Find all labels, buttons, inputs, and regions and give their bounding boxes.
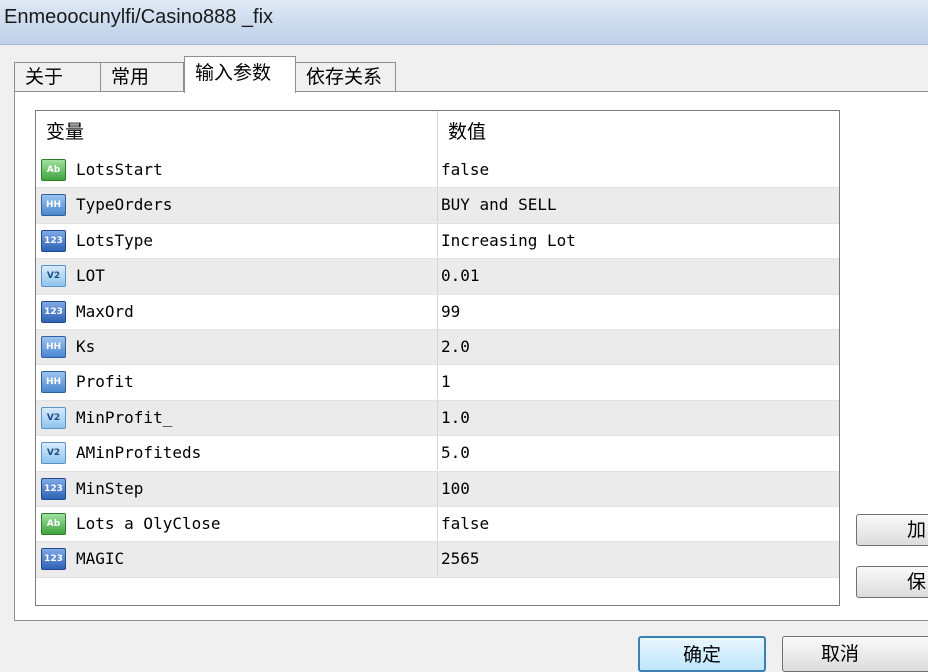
parameter-row[interactable]: HH Ks 2.0	[36, 329, 839, 366]
tab-panel-inputs: 变量 数值 Ab LotsStart false HH TypeOrders BUY an…	[14, 91, 928, 621]
parameter-name: MinProfit_	[74, 400, 438, 435]
parameter-value[interactable]: 1	[441, 365, 837, 399]
parameters-grid[interactable]: 变量 数值 Ab LotsStart false HH TypeOrders BUY an…	[35, 110, 840, 606]
window-title: Enmeoocunylfi/Casino888 _fix	[4, 6, 274, 28]
enum-icon: HH	[41, 371, 66, 394]
parameter-name: Profit	[74, 365, 438, 400]
column-header-value[interactable]: 数值	[438, 111, 839, 153]
tab-inputs[interactable]: 输入参数	[184, 56, 296, 93]
parameter-row[interactable]: V2 AMinProfiteds 5.0	[36, 436, 839, 472]
parameter-name: LotsType	[74, 223, 438, 258]
title-bar: Enmeoocunylfi/Casino888 _fix	[0, 0, 928, 45]
tab-about[interactable]: 关于	[14, 62, 101, 92]
parameter-row[interactable]: V2 MinProfit_ 1.0	[36, 400, 839, 437]
parameter-value[interactable]: 2565	[441, 542, 837, 576]
grid-header: 变量 数值	[36, 111, 839, 154]
parameter-value[interactable]: Increasing Lot	[441, 224, 837, 258]
parameter-name: TypeOrders	[74, 188, 438, 223]
parameter-name: MAGIC	[74, 542, 438, 577]
ok-button[interactable]: 确定	[638, 636, 766, 672]
parameter-row[interactable]: 123 LotsType Increasing Lot	[36, 223, 839, 260]
column-header-variable[interactable]: 变量	[36, 111, 438, 153]
tab-common[interactable]: 常用	[100, 62, 184, 92]
int-icon: 123	[41, 300, 66, 323]
enum-icon: HH	[41, 335, 66, 358]
int-icon: 123	[41, 477, 66, 500]
double-icon: V2	[41, 442, 66, 465]
parameter-row[interactable]: Ab LotsStart false	[36, 153, 839, 189]
parameter-name: LOT	[74, 259, 438, 294]
parameter-name: Lots a OlyClose	[74, 506, 438, 541]
parameter-name: AMinProfiteds	[74, 436, 438, 471]
save-button[interactable]: 保	[856, 566, 928, 598]
parameter-value[interactable]: 99	[441, 295, 837, 329]
bool-icon: Ab	[41, 159, 66, 181]
parameter-value[interactable]: 5.0	[441, 436, 837, 470]
parameter-value[interactable]: false	[441, 153, 837, 187]
parameter-value[interactable]: false	[441, 507, 837, 541]
parameter-value[interactable]: 0.01	[441, 259, 837, 293]
parameter-row[interactable]: V2 LOT 0.01	[36, 259, 839, 295]
bool-icon: Ab	[41, 512, 66, 535]
parameter-value[interactable]: 100	[441, 472, 837, 506]
parameter-row[interactable]: Ab Lots a OlyClose false	[36, 506, 839, 543]
parameter-value[interactable]: BUY and SELL	[441, 188, 837, 222]
parameter-row[interactable]: 123 MaxOrd 99	[36, 294, 839, 330]
parameter-row[interactable]: HH Profit 1	[36, 365, 839, 401]
parameter-row[interactable]: HH TypeOrders BUY and SELL	[36, 188, 839, 224]
double-icon: V2	[41, 406, 66, 429]
parameter-row[interactable]: 123 MinStep 100	[36, 471, 839, 507]
int-icon: 123	[41, 548, 66, 571]
load-button[interactable]: 加	[856, 514, 928, 546]
tab-dependencies[interactable]: 依存关系	[295, 62, 396, 92]
parameter-name: Ks	[74, 329, 438, 364]
int-icon: 123	[41, 229, 66, 252]
parameter-value[interactable]: 2.0	[441, 330, 837, 364]
enum-icon: HH	[41, 194, 66, 217]
parameter-name: LotsStart	[74, 153, 438, 187]
parameter-row[interactable]: 123 MAGIC 2565	[36, 542, 839, 578]
parameter-name: MinStep	[74, 471, 438, 506]
parameter-rows: Ab LotsStart false HH TypeOrders BUY and SELL…	[36, 153, 839, 578]
parameter-name: MaxOrd	[74, 294, 438, 329]
parameter-value[interactable]: 1.0	[441, 401, 837, 435]
cancel-button[interactable]: 取消	[782, 636, 928, 672]
double-icon: V2	[41, 265, 66, 288]
